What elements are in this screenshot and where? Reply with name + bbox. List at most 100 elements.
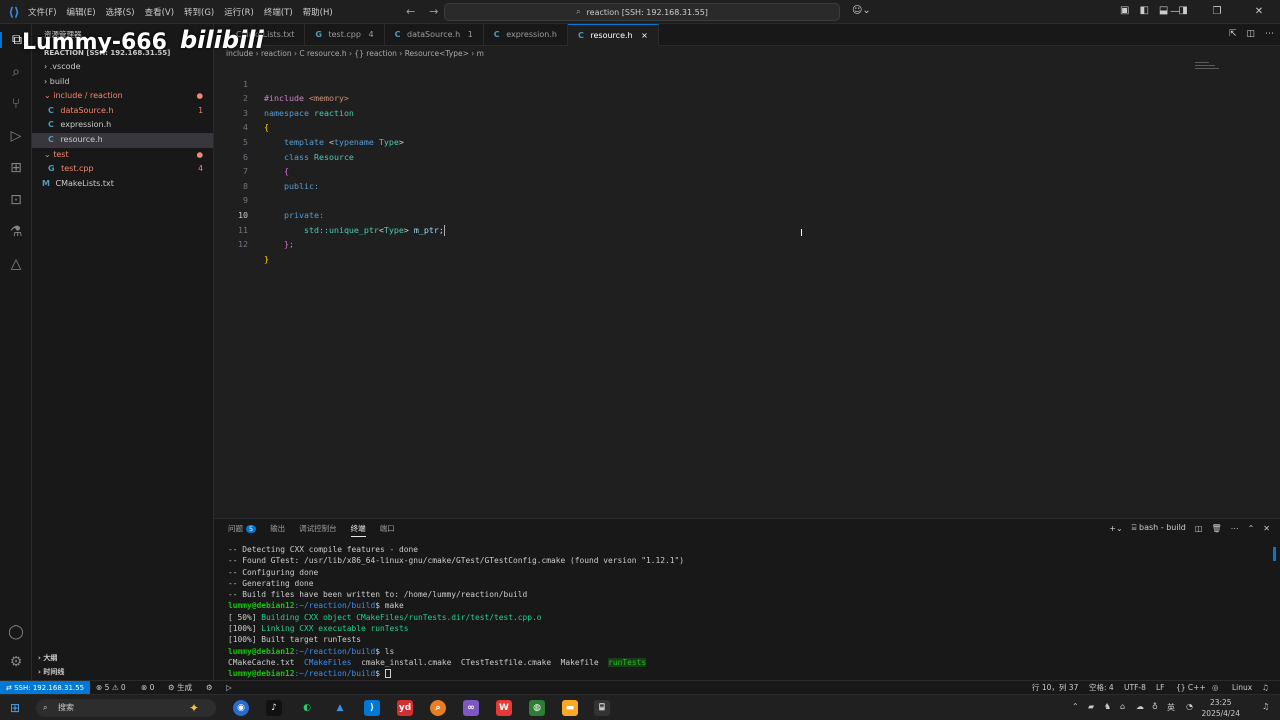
minimize-icon[interactable]: — — [1154, 0, 1196, 24]
chrome-icon[interactable]: ◉ — [233, 700, 249, 716]
kill-terminal-icon[interactable]: 🗑 — [1211, 524, 1221, 533]
command-center[interactable]: ⌕ reaction [SSH: 192.168.31.55] — [444, 3, 840, 21]
ports-status[interactable]: ⊗ 0 — [141, 681, 154, 695]
problems-status[interactable]: ⊗ 5 ⚠ 0 — [96, 681, 126, 695]
customize-layout-icon[interactable]: ▣ — [1120, 5, 1129, 16]
copilot-icon[interactable]: ☺⌄ — [852, 5, 871, 16]
breadcrumb-item[interactable]: {} reaction — [354, 49, 397, 58]
search-icon[interactable]: ⌕ — [0, 64, 32, 80]
tab-resource[interactable]: C resource.h × — [567, 24, 659, 46]
encoding[interactable]: UTF-8 — [1124, 681, 1146, 695]
forward-arrow-icon[interactable]: → — [429, 5, 438, 18]
breadcrumb-item[interactable]: Resource<Type> — [405, 49, 469, 58]
menu-file[interactable]: 文件(F) — [28, 6, 57, 18]
tree-file-datasource[interactable]: C dataSource.h 1 — [32, 104, 213, 119]
tab-debug-console[interactable]: 调试控制台 — [299, 523, 337, 537]
tab-terminal[interactable]: 终端 — [350, 523, 366, 537]
terminal-app-icon[interactable]: ⌸ — [594, 700, 610, 716]
search-app-icon[interactable]: ⌕ — [430, 700, 446, 716]
tiktok-icon[interactable]: ♪ — [266, 700, 282, 716]
tray-app-icon[interactable]: ⌂ — [1120, 702, 1125, 711]
wechat-icon[interactable]: ◍ — [529, 700, 545, 716]
close-panel-icon[interactable]: ✕ — [1263, 524, 1270, 533]
tree-folder-build[interactable]: › build — [32, 75, 213, 90]
edge-icon[interactable]: ◐ — [299, 700, 315, 716]
code-editor[interactable]: 1 #include <memory> 2 namespace reaction… — [214, 62, 1280, 518]
menu-help[interactable]: 帮助(H) — [303, 6, 333, 18]
windows-start-icon[interactable]: ⊞ — [10, 701, 20, 715]
close-icon[interactable]: ✕ — [1238, 0, 1280, 24]
outline-section-header[interactable]: › 大纲 — [32, 651, 214, 665]
terminal-scrollbar[interactable] — [1273, 547, 1276, 561]
timeline-section-header[interactable]: › 时间线 — [32, 665, 214, 679]
file-explorer-icon[interactable]: ▬ — [562, 700, 578, 716]
tree-folder-vscode[interactable]: › .vscode — [32, 60, 213, 75]
visual-studio-icon[interactable]: ∞ — [463, 700, 479, 716]
split-terminal-icon[interactable]: ◫ — [1195, 524, 1203, 533]
tree-file-resource[interactable]: C resource.h — [32, 132, 213, 148]
account-icon[interactable]: ◯ — [0, 624, 32, 640]
settings-gear-icon[interactable]: ⚙ — [0, 654, 32, 670]
os-label[interactable]: Linux — [1232, 681, 1252, 695]
back-arrow-icon[interactable]: ← — [406, 5, 415, 18]
menu-go[interactable]: 转到(G) — [184, 6, 214, 18]
tab-expression[interactable]: C expression.h — [484, 24, 568, 46]
tab-test-cpp[interactable]: G test.cpp 4 — [305, 24, 385, 46]
run-debug-icon[interactable]: ▷ — [0, 128, 32, 144]
build-status[interactable]: ⚙ 生成 — [168, 681, 192, 695]
tray-app-icon[interactable]: ☁ — [1136, 702, 1144, 711]
ime-indicator[interactable]: 英 — [1167, 702, 1175, 713]
tab-datasource[interactable]: C dataSource.h 1 — [385, 24, 484, 46]
split-editor-icon[interactable]: ◫ — [1246, 29, 1255, 39]
remote-explorer-icon[interactable]: ⊡ — [0, 192, 32, 208]
app-icon[interactable]: ▲ — [332, 700, 348, 716]
tray-app-icon[interactable]: ♞ — [1104, 702, 1111, 711]
menu-edit[interactable]: 编辑(E) — [67, 6, 96, 18]
minimap[interactable] — [1195, 62, 1225, 92]
terminal-selector[interactable]: ⌸ bash - build — [1132, 523, 1186, 533]
menu-selection[interactable]: 选择(S) — [106, 6, 135, 18]
new-terminal-icon[interactable]: +⌄ — [1109, 524, 1122, 533]
wps-icon[interactable]: W — [496, 700, 512, 716]
more-actions-icon[interactable]: ⋯ — [1231, 524, 1239, 533]
breadcrumb-item[interactable]: reaction — [261, 49, 292, 58]
copilot-status-icon[interactable]: ◎ — [1212, 681, 1219, 695]
menu-view[interactable]: 查看(V) — [145, 6, 174, 18]
settings-status-icon[interactable]: ⚙ — [206, 681, 213, 695]
toggle-sidebar-icon[interactable]: ◧ — [1139, 5, 1148, 16]
taskbar-clock[interactable]: 23:25 2025/4/24 — [1202, 697, 1240, 719]
breadcrumb-item[interactable]: C resource.h — [299, 49, 346, 58]
vscode-taskbar-icon[interactable]: ⟩ — [364, 700, 380, 716]
extensions-icon[interactable]: ⊞ — [0, 160, 32, 176]
tray-app-icon[interactable]: ▰ — [1088, 702, 1094, 711]
tree-folder-test[interactable]: ⌄ test ● — [32, 148, 213, 163]
maximize-panel-icon[interactable]: ⌃ — [1248, 524, 1255, 533]
cursor-position[interactable]: 行 10，列 37 — [1032, 681, 1078, 695]
source-control-icon[interactable]: ⑂ — [0, 96, 32, 112]
copilot-sparkle-icon[interactable]: ✦ — [186, 700, 202, 716]
menu-terminal[interactable]: 终端(T) — [264, 6, 293, 18]
tray-chevron-up-icon[interactable]: ⌃ — [1072, 702, 1079, 711]
terminal-output[interactable]: -- Detecting CXX compile features - done… — [228, 544, 1268, 680]
notifications-bell-icon[interactable]: ♫ — [1262, 681, 1269, 695]
breadcrumb-item[interactable]: m — [477, 49, 484, 58]
language-mode[interactable]: {} C++ — [1176, 681, 1206, 695]
testing-icon[interactable]: ⚗ — [0, 224, 32, 240]
microphone-icon[interactable]: ♁ — [1152, 702, 1158, 711]
tree-file-test-cpp[interactable]: G test.cpp 4 — [32, 162, 213, 177]
indentation[interactable]: 空格: 4 — [1089, 681, 1114, 695]
more-actions-icon[interactable]: ⋯ — [1265, 29, 1274, 39]
tab-close-icon[interactable]: × — [641, 31, 648, 40]
end-of-line[interactable]: LF — [1156, 681, 1165, 695]
cmake-icon[interactable]: △ — [0, 256, 32, 272]
tab-output[interactable]: 输出 — [270, 523, 285, 537]
open-changes-icon[interactable]: ⇱ — [1229, 29, 1237, 39]
menu-run[interactable]: 运行(R) — [224, 6, 254, 18]
wifi-icon[interactable]: ◔ — [1186, 702, 1193, 711]
maximize-icon[interactable]: ❐ — [1196, 0, 1238, 24]
youdao-icon[interactable]: yd — [397, 700, 413, 716]
tree-file-cmakelists[interactable]: M CMakeLists.txt — [32, 177, 213, 192]
tab-problems[interactable]: 问题 5 — [228, 523, 257, 537]
tab-ports[interactable]: 端口 — [380, 523, 395, 537]
tree-file-expression[interactable]: C expression.h — [32, 118, 213, 133]
